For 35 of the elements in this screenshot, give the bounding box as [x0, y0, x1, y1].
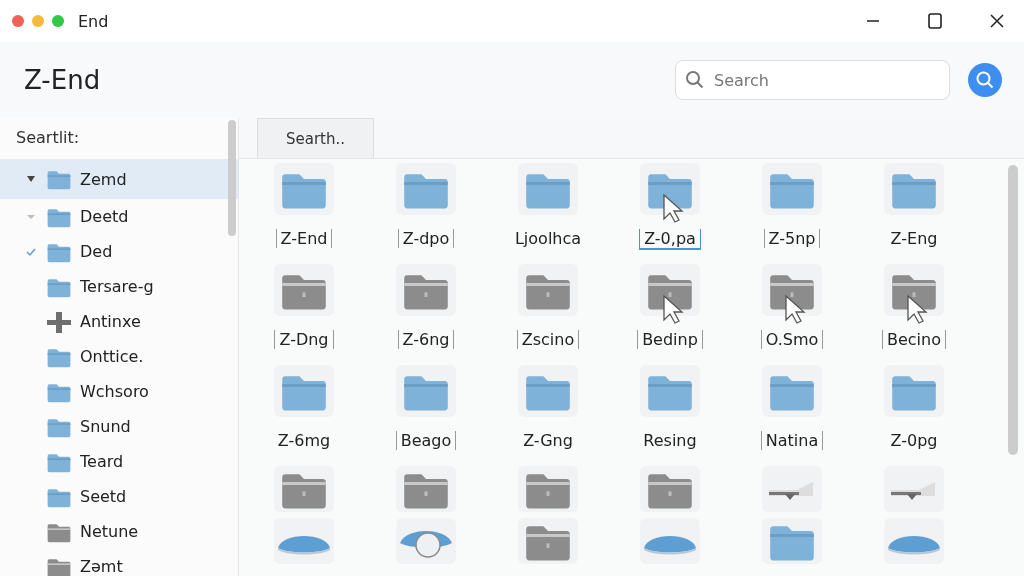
- file-name[interactable]: Zscino: [516, 330, 580, 349]
- file-name[interactable]: Z-Dng: [274, 330, 334, 349]
- file-name[interactable]: Z-6ng: [397, 330, 455, 349]
- file-name[interactable]: Z-Eng: [885, 229, 943, 248]
- app-title: Z-End: [24, 65, 101, 95]
- window-title: End: [78, 11, 109, 31]
- file-name[interactable]: Z-6mg: [272, 431, 336, 450]
- file-name[interactable]: Z-5np: [763, 229, 821, 248]
- file-name[interactable]: Z-0,pa: [639, 229, 701, 250]
- sidebar-item[interactable]: Wchsoro: [0, 374, 238, 409]
- search-field[interactable]: Search: [675, 60, 950, 100]
- file-name[interactable]: Natina: [760, 431, 824, 450]
- sidebar-item[interactable]: Tersare-g: [0, 269, 238, 304]
- file-name[interactable]: Becino: [882, 330, 946, 349]
- sidebar-item[interactable]: Teard: [0, 444, 238, 479]
- file-name[interactable]: O.Smo: [760, 330, 824, 349]
- file-name[interactable]: Z-0pg: [885, 431, 943, 450]
- tab[interactable]: Searth..: [257, 118, 375, 158]
- file-name[interactable]: Beago: [395, 431, 457, 450]
- file-name[interactable]: Bedinp: [637, 330, 703, 349]
- sidebar-item[interactable]: Zəmt: [0, 549, 238, 576]
- sidebar-item[interactable]: Deetd: [0, 199, 238, 234]
- file-name[interactable]: Z-dpo: [397, 229, 455, 248]
- sidebar-item[interactable]: Antinxe: [0, 304, 238, 339]
- file-name[interactable]: Z-Gng: [518, 431, 578, 450]
- sidebar-item[interactable]: Seetd: [0, 479, 238, 514]
- file-name[interactable]: Z-End: [275, 229, 333, 248]
- sidebar-item[interactable]: Onttice.: [0, 339, 238, 374]
- sidebar-item[interactable]: Snund: [0, 409, 238, 444]
- sidebar-item[interactable]: Netune: [0, 514, 238, 549]
- sidebar-item[interactable]: Ded: [0, 234, 238, 269]
- file-name[interactable]: Ljoolhca: [509, 229, 587, 248]
- file-name[interactable]: Resing: [638, 431, 702, 450]
- sidebar-label: Seartlit:: [15, 127, 81, 149]
- sidebar-item[interactable]: Zemd: [0, 159, 238, 199]
